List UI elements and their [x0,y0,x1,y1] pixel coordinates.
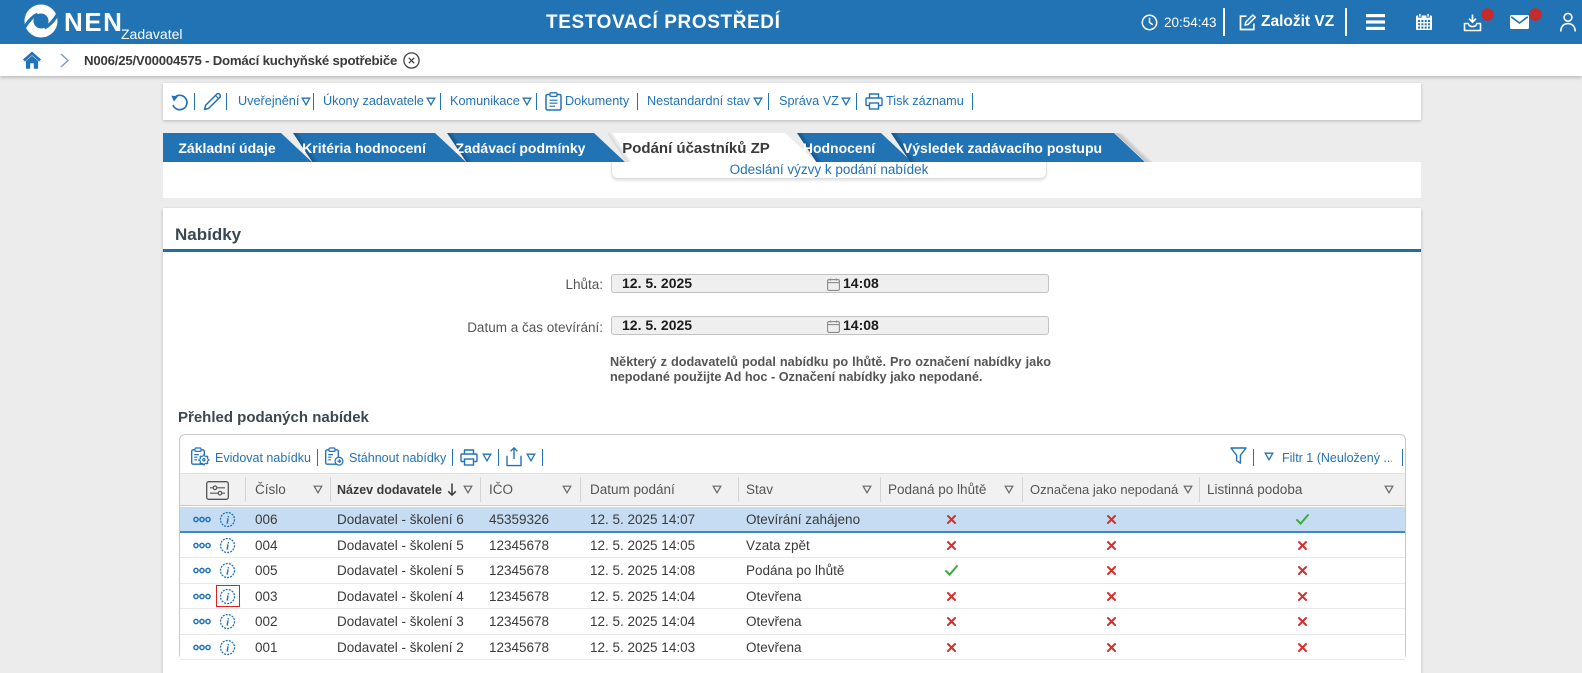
svg-text:i: i [226,540,230,552]
svg-text:i: i [226,616,230,628]
svg-text:i: i [226,642,230,654]
svg-text:i: i [226,514,230,526]
svg-text:i: i [226,565,230,577]
